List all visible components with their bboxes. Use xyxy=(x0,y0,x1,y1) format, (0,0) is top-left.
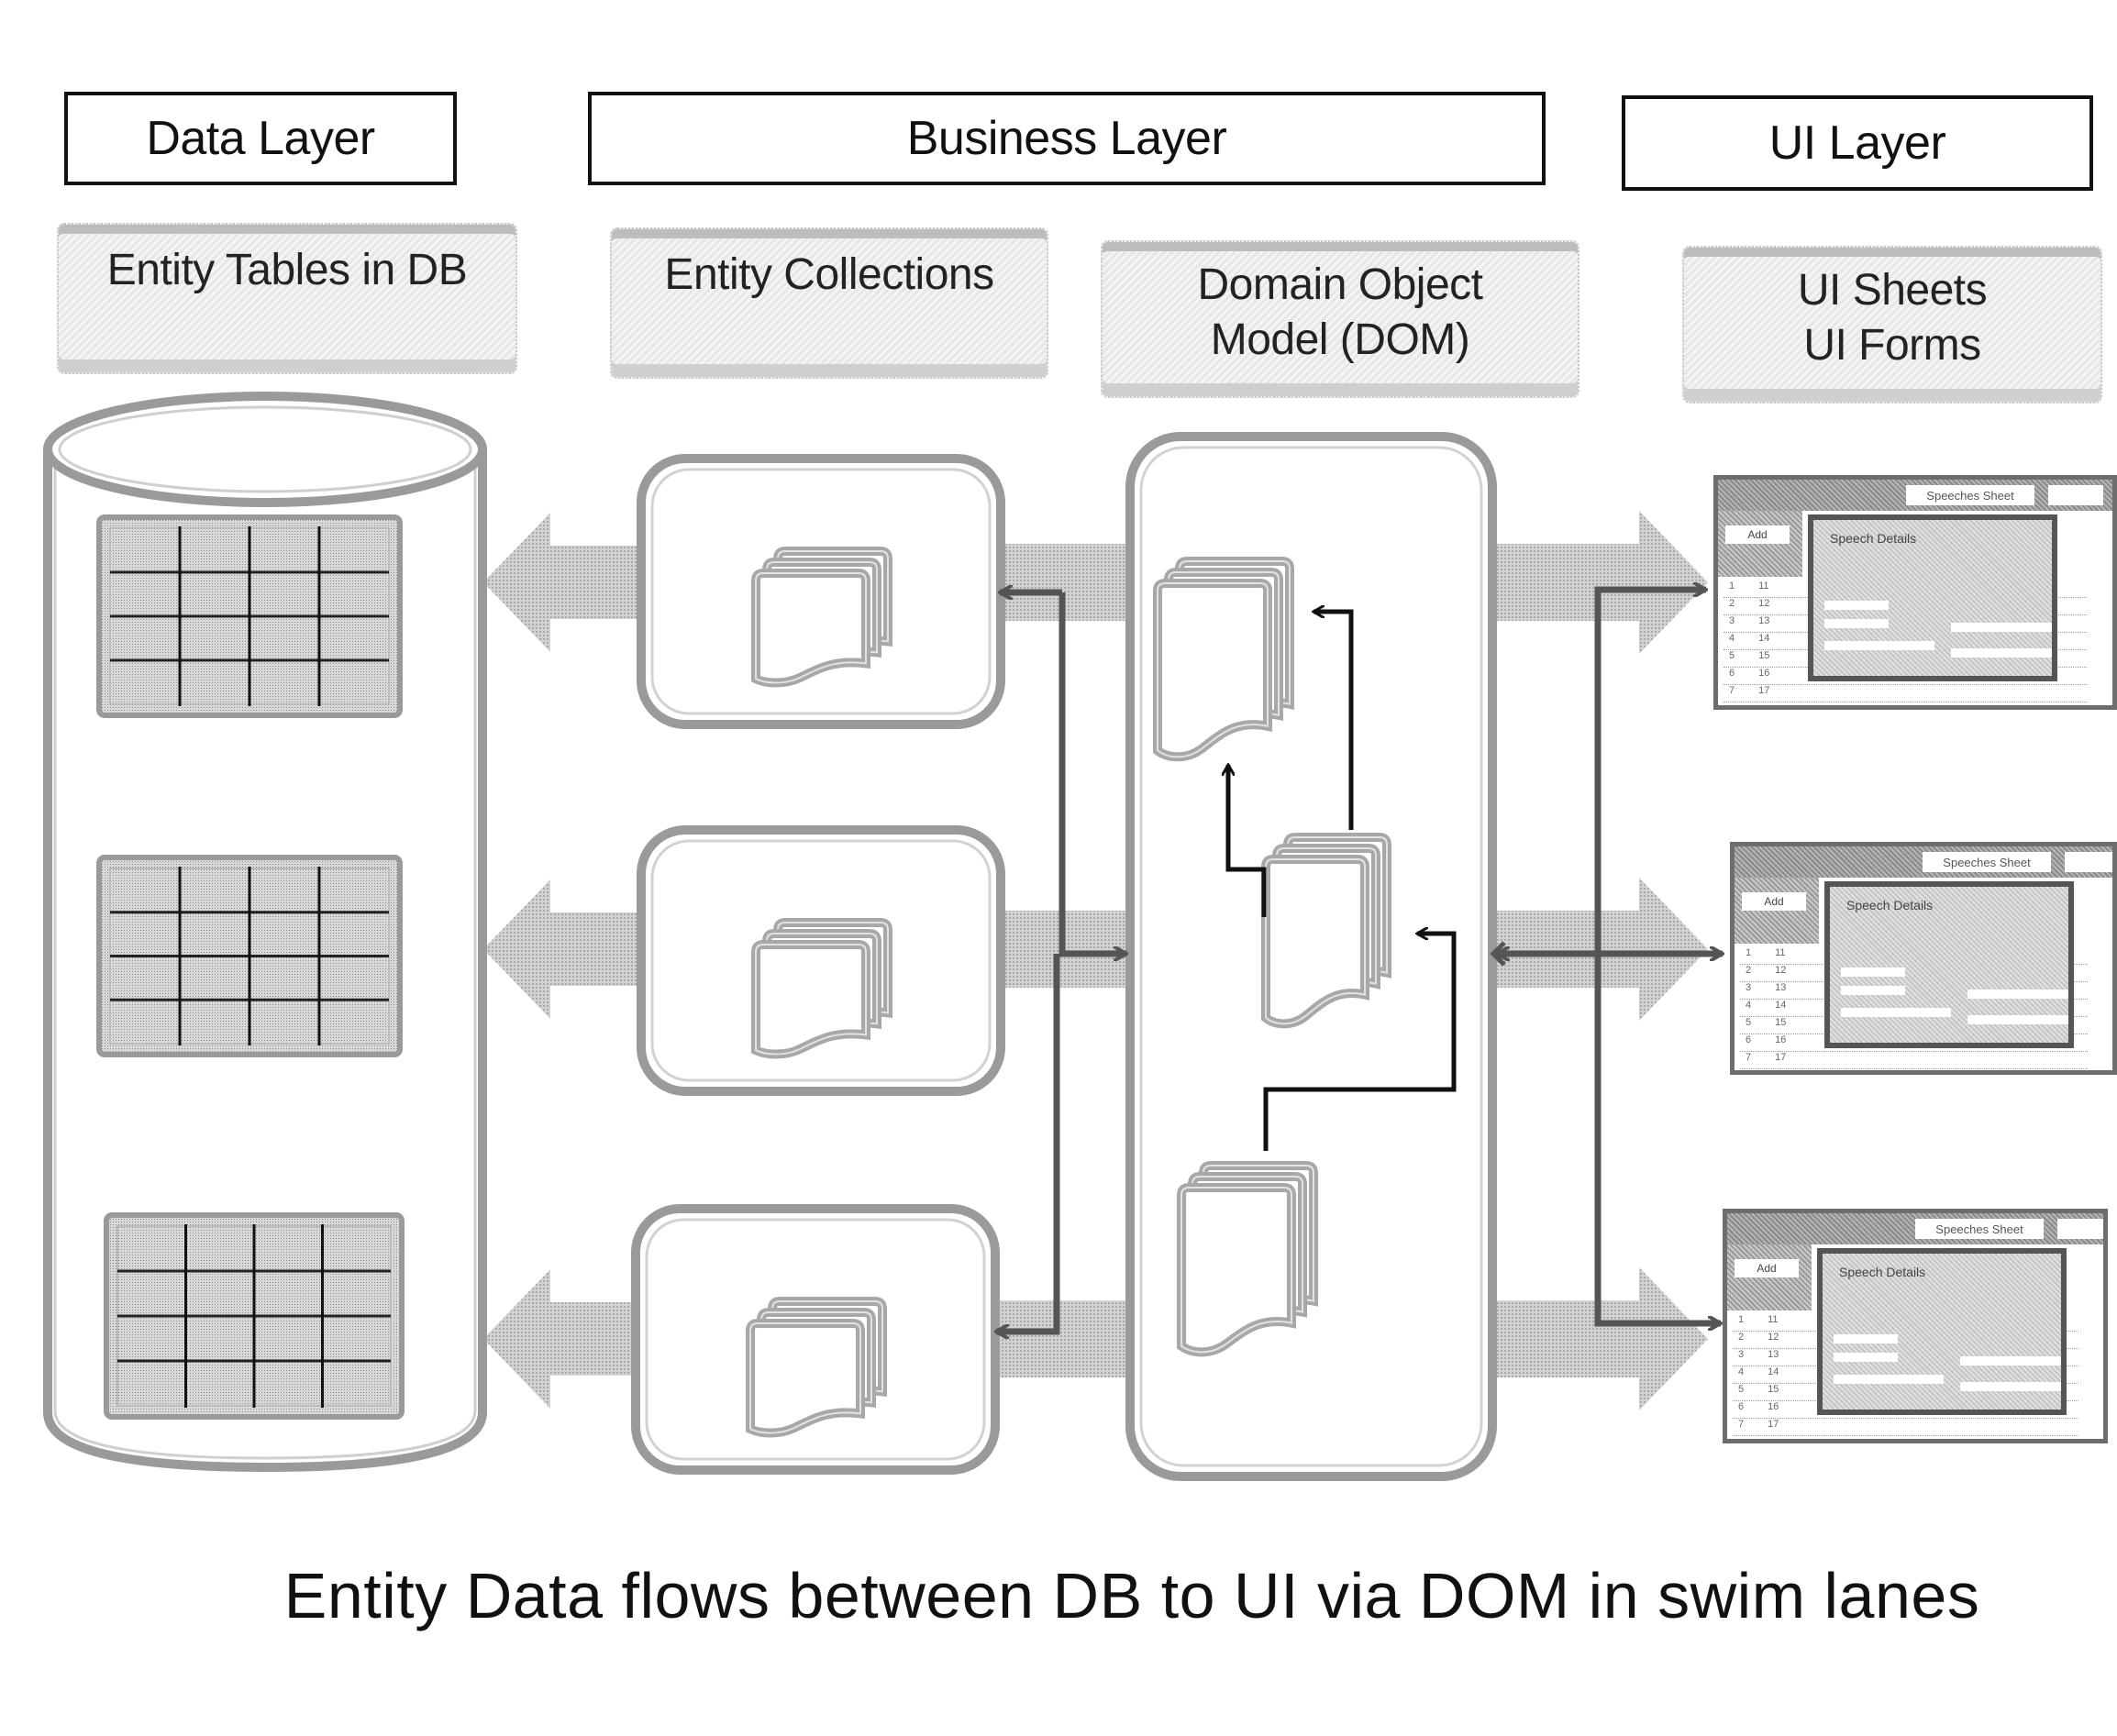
dialog-field xyxy=(1841,986,1905,995)
speech-details-dialog: Speech Details xyxy=(1808,514,2057,681)
screenshot-grid-row: 7 17 xyxy=(1733,1419,2079,1436)
dialog-field xyxy=(1951,623,2052,632)
speech-details-dialog: Speech Details xyxy=(1817,1248,2067,1415)
document-stack-icon xyxy=(751,918,892,1059)
screenshot-grid-row: 7 17 xyxy=(1740,1052,2089,1069)
entity-collection-1 xyxy=(637,454,1005,729)
screenshot-add-button: Add xyxy=(1725,525,1790,544)
dom-object-1-document-stack-icon xyxy=(1153,557,1294,762)
dialog-field xyxy=(1834,1353,1898,1362)
screenshot-tab-active: Speeches Sheet xyxy=(1923,852,2051,872)
screenshot-left-pane xyxy=(1735,878,1819,944)
screenshot-left-pane xyxy=(1727,1244,1812,1310)
screenshot-left-pane xyxy=(1718,511,1802,577)
screenshot-add-button: Add xyxy=(1742,892,1806,911)
dom-object-3-document-stack-icon xyxy=(1177,1161,1318,1357)
flow-arrow-db-2 xyxy=(483,879,653,1019)
entity-collection-2 xyxy=(637,825,1005,1096)
screenshot-tab-bar: Speeches Sheet xyxy=(1718,480,2112,511)
speech-details-dialog: Speech Details xyxy=(1824,881,2074,1048)
connector-to-dom xyxy=(1058,592,1126,954)
screenshot-tab-bar: Speeches Sheet xyxy=(1735,846,2112,878)
dom-ui-connectors xyxy=(1490,590,1723,1323)
screenshot-add-button: Add xyxy=(1735,1259,1799,1277)
dialog-field xyxy=(1951,648,2052,658)
document-stack-icon xyxy=(746,1297,887,1438)
entity-collection-3 xyxy=(631,1204,1000,1475)
flow-arrow-db-3 xyxy=(483,1269,653,1409)
dialog-title: Speech Details xyxy=(1846,898,1934,912)
entity-table-icon xyxy=(104,1212,405,1420)
ui-sheet-screenshot-2: Speeches Sheet Add 1 11 2 12 3 13 4 14 5 15 6 16 7 17 Sp… xyxy=(1730,842,2117,1075)
dialog-field xyxy=(1960,1382,2061,1391)
screenshot-tab-other xyxy=(2048,485,2103,505)
ui-sheet-screenshot-3: Speeches Sheet Add 1 11 2 12 3 13 4 14 5 15 6 16 7 17 Sp… xyxy=(1723,1209,2108,1443)
dialog-field xyxy=(1824,619,1889,628)
dom-object-2-document-stack-icon xyxy=(1261,833,1391,1029)
flow-band-collection-dom-3 xyxy=(995,1300,1133,1377)
dialog-field xyxy=(1841,1008,1951,1017)
entity-table-icon xyxy=(96,855,403,1057)
ui-sheet-screenshot-1: Speeches Sheet Add 1 11 2 12 3 13 4 14 5 15 6 16 7 17 Sp… xyxy=(1713,475,2117,710)
connector-to-ui-sheet-3 xyxy=(1594,954,1721,1323)
entity-table-icon xyxy=(96,514,403,718)
dialog-title: Speech Details xyxy=(1839,1265,1926,1279)
dialog-field xyxy=(1960,1356,2061,1366)
dialog-field xyxy=(1967,990,2068,999)
screenshot-tab-active: Speeches Sheet xyxy=(1906,485,2034,505)
dialog-title: Speech Details xyxy=(1830,531,1917,546)
screenshot-tab-other xyxy=(2065,852,2112,872)
dialog-field xyxy=(1824,601,1889,610)
document-stack-icon xyxy=(751,547,892,688)
dialog-field xyxy=(1824,641,1934,650)
screenshot-tab-bar: Speeches Sheet xyxy=(1727,1213,2103,1244)
dialog-field xyxy=(1967,1015,2068,1024)
flow-arrow-db-1 xyxy=(483,513,653,652)
screenshot-tab-active: Speeches Sheet xyxy=(1915,1219,2044,1239)
dialog-field xyxy=(1841,968,1905,977)
dialog-field xyxy=(1834,1375,1944,1384)
screenshot-tab-other xyxy=(2057,1219,2103,1239)
dialog-field xyxy=(1834,1334,1898,1343)
screenshot-grid-row: 7 17 xyxy=(1724,685,2087,702)
diagram-caption: Entity Data flows between DB to UI via D… xyxy=(283,1560,1980,1631)
